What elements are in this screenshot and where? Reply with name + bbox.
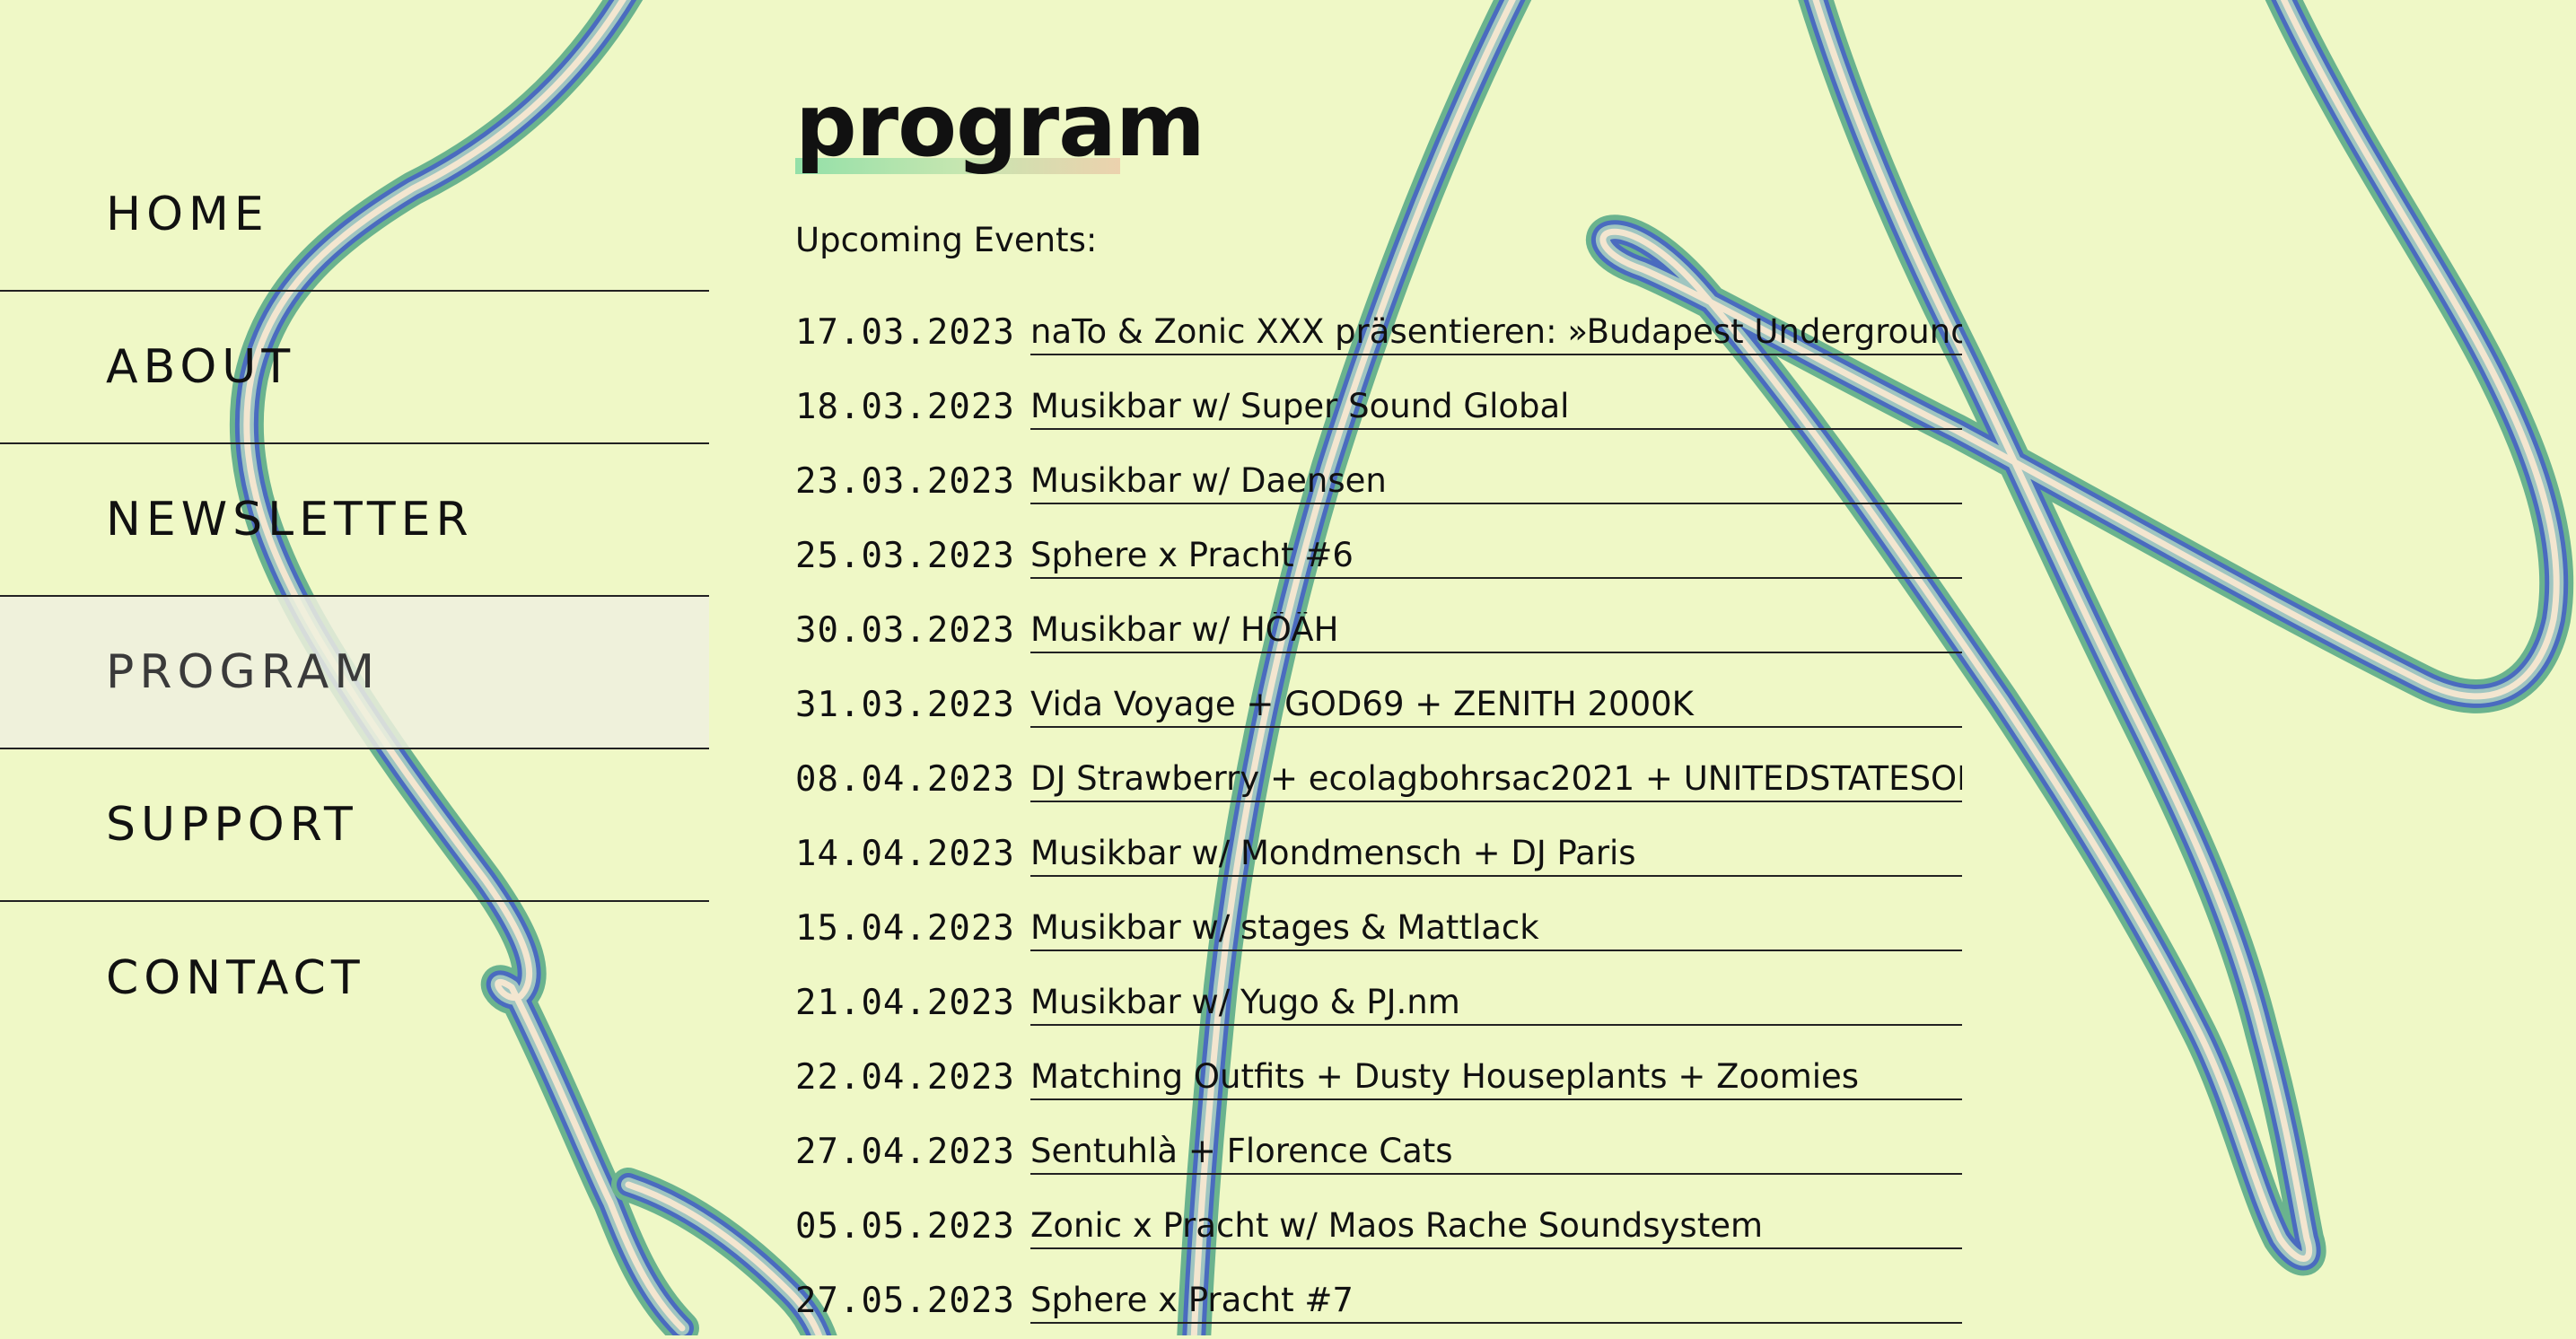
event-date: 18.03.2023 xyxy=(795,387,1015,427)
event-title-link[interactable]: Matching Outfits + Dusty Houseplants + Z… xyxy=(1030,1059,1962,1100)
page-title-wrap: program xyxy=(795,75,1205,176)
events-subtitle: Upcoming Events: xyxy=(795,221,1098,259)
event-title-link[interactable]: Sphere x Pracht #7 xyxy=(1030,1282,1962,1324)
nav-item-newsletter-label: NEWSLETTER xyxy=(106,493,474,547)
event-date: 23.03.2023 xyxy=(795,461,1015,502)
event-list: 17.03.2023 naTo & Zonic XXX präsentieren:… xyxy=(795,296,1962,1339)
event-row[interactable]: 05.05.2023 Zonic x Pracht w/ Maos Rache S… xyxy=(795,1190,1962,1265)
event-row[interactable]: 15.04.2023 Musikbar w/ stages & Mattlack xyxy=(795,892,1962,967)
event-date: 31.03.2023 xyxy=(795,685,1015,725)
event-row[interactable]: 14.04.2023 Musikbar w/ Mondmensch + DJ Pa… xyxy=(795,818,1962,892)
event-date: 25.03.2023 xyxy=(795,536,1015,576)
page-title: program xyxy=(795,75,1205,176)
nav-item-contact[interactable]: CONTACT xyxy=(0,902,709,1055)
event-title-link[interactable]: Vida Voyage + GOD69 + ZENITH 2000K xyxy=(1030,687,1962,728)
event-date: 05.05.2023 xyxy=(795,1206,1015,1247)
event-row[interactable]: 22.04.2023 Matching Outfits + Dusty House… xyxy=(795,1041,1962,1116)
nav-item-home-label: HOME xyxy=(106,188,269,241)
nav-item-newsletter[interactable]: NEWSLETTER xyxy=(0,444,709,597)
event-title-link[interactable]: Musikbar w/ Mondmensch + DJ Paris xyxy=(1030,836,1962,877)
event-date: 30.03.2023 xyxy=(795,610,1015,651)
nav-item-program[interactable]: PROGRAM xyxy=(0,597,709,749)
event-date: 27.05.2023 xyxy=(795,1281,1015,1321)
event-title-link[interactable]: Zonic x Pracht w/ Maos Rache Soundsystem xyxy=(1030,1208,1962,1249)
event-date: 27.04.2023 xyxy=(795,1132,1015,1172)
event-title-link[interactable]: Musikbar w/ stages & Mattlack xyxy=(1030,910,1962,951)
event-row[interactable]: 08.04.2023 DJ Strawberry + ecolagbohrsac2… xyxy=(795,743,1962,818)
event-row[interactable]: 30.03.2023 Musikbar w/ HÖÄH xyxy=(795,594,1962,669)
event-title-link[interactable]: naTo & Zonic XXX präsentieren: »Budapest… xyxy=(1030,314,1962,355)
nav-item-about[interactable]: ABOUT xyxy=(0,292,709,444)
event-row[interactable]: 21.04.2023 Musikbar w/ Yugo & PJ.nm xyxy=(795,967,1962,1041)
event-title-link[interactable]: Sphere x Pracht #6 xyxy=(1030,538,1962,579)
nav-item-support[interactable]: SUPPORT xyxy=(0,749,709,902)
event-date: 21.04.2023 xyxy=(795,983,1015,1023)
event-title-link[interactable]: Musikbar w/ Super Sound Global xyxy=(1030,389,1962,430)
event-date: 22.04.2023 xyxy=(795,1057,1015,1098)
event-title-link[interactable]: Musikbar w/ HÖÄH xyxy=(1030,612,1962,653)
event-date: 17.03.2023 xyxy=(795,312,1015,353)
nav-item-program-label: PROGRAM xyxy=(106,645,381,699)
event-row[interactable]: 27.04.2023 Sentuhlà + Florence Cats xyxy=(795,1116,1962,1190)
event-row[interactable]: 18.03.2023 Musikbar w/ Super Sound Global xyxy=(795,371,1962,445)
event-date: 15.04.2023 xyxy=(795,908,1015,949)
event-title-link[interactable]: Sentuhlà + Florence Cats xyxy=(1030,1133,1962,1175)
nav-item-home[interactable]: HOME xyxy=(0,139,709,292)
event-title-link[interactable]: DJ Strawberry + ecolagbohrsac2021 + UNIT… xyxy=(1030,761,1962,802)
nav-item-contact-label: CONTACT xyxy=(106,951,365,1005)
event-date: 08.04.2023 xyxy=(795,759,1015,800)
event-title-link[interactable]: Musikbar w/ Yugo & PJ.nm xyxy=(1030,985,1962,1026)
event-row[interactable]: 31.03.2023 Vida Voyage + GOD69 + ZENITH 2… xyxy=(795,669,1962,743)
event-row[interactable]: 17.03.2023 naTo & Zonic XXX präsentieren:… xyxy=(795,296,1962,371)
event-row[interactable]: 25.03.2023 Sphere x Pracht #6 xyxy=(795,520,1962,594)
event-date: 14.04.2023 xyxy=(795,834,1015,874)
nav-item-about-label: ABOUT xyxy=(106,340,296,394)
event-row[interactable]: 23.03.2023 Musikbar w/ Daensen xyxy=(795,445,1962,520)
event-title-link[interactable]: Musikbar w/ Daensen xyxy=(1030,463,1962,504)
nav-item-support-label: SUPPORT xyxy=(106,798,358,852)
event-row[interactable]: 27.05.2023 Sphere x Pracht #7 xyxy=(795,1265,1962,1339)
